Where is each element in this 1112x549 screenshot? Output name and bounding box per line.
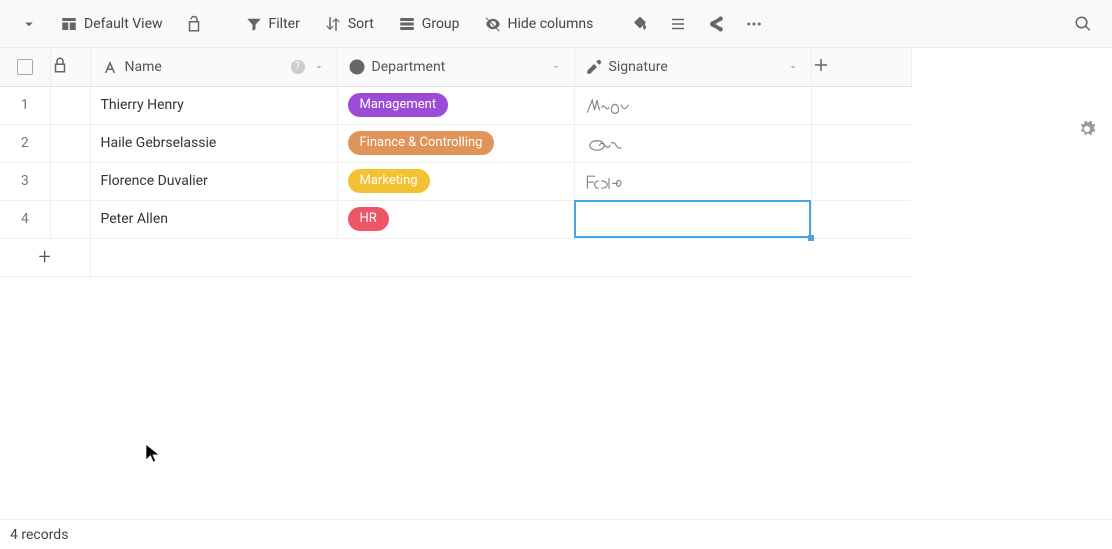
table-row[interactable]: 4 Peter Allen HR [0, 200, 911, 238]
filter-button[interactable]: Filter [235, 9, 310, 39]
row-number[interactable]: 4 [0, 200, 50, 238]
mouse-cursor [145, 443, 163, 469]
header-department[interactable]: Department [337, 48, 574, 86]
row-height-button[interactable] [661, 9, 695, 39]
cell-signature[interactable] [574, 162, 811, 200]
table-row[interactable]: 1 Thierry Henry Management [0, 86, 911, 124]
statusbar: 4 records [0, 519, 1112, 549]
row-lock-cell [50, 86, 90, 124]
cell-empty [811, 162, 911, 200]
add-row-button[interactable]: + [0, 238, 911, 276]
cell-empty [811, 124, 911, 162]
row-number[interactable]: 2 [0, 124, 50, 162]
lock-icon [51, 56, 69, 74]
paint-bucket-icon [631, 15, 649, 33]
view-lock-button[interactable] [177, 9, 211, 39]
filter-icon [245, 15, 263, 33]
row-lock-cell [50, 162, 90, 200]
filter-label: Filter [269, 16, 300, 32]
table-row[interactable]: 2 Haile Gebrselassie Finance & Controlling [0, 124, 911, 162]
help-icon: ? [291, 60, 305, 74]
row-lock-cell [50, 200, 90, 238]
view-switcher[interactable]: Default View [50, 9, 173, 39]
header-row: Name ? Department Signature [0, 48, 911, 86]
table-row[interactable]: 3 Florence Duvalier Marketing [0, 162, 911, 200]
gear-icon [1078, 120, 1096, 138]
signature-image [585, 169, 657, 193]
group-button[interactable]: Group [388, 9, 470, 39]
header-signature[interactable]: Signature [574, 48, 811, 86]
header-signature-label: Signature [609, 59, 779, 75]
cell-name[interactable]: Peter Allen [90, 200, 337, 238]
eye-off-icon [484, 15, 502, 33]
cell-empty [811, 86, 911, 124]
toolbar: Default View Filter Sort Group Hide colu… [0, 0, 1112, 48]
header-lock[interactable] [50, 48, 90, 86]
header-name-label: Name [125, 59, 285, 75]
row-number[interactable]: 1 [0, 86, 50, 124]
cell-name[interactable]: Florence Duvalier [90, 162, 337, 200]
cell-department[interactable]: Management [337, 86, 574, 124]
sort-button[interactable]: Sort [314, 9, 384, 39]
share-button[interactable] [699, 9, 733, 39]
department-pill: Finance & Controlling [348, 131, 495, 155]
checkbox-icon [17, 59, 33, 75]
table-icon [60, 15, 78, 33]
row-height-icon [669, 15, 687, 33]
share-icon [707, 15, 725, 33]
chevron-down-icon[interactable] [548, 59, 564, 75]
signature-image [585, 131, 657, 155]
hide-columns-label: Hide columns [508, 16, 594, 32]
chevron-down-icon[interactable] [311, 59, 327, 75]
cell-name[interactable]: Thierry Henry [90, 86, 337, 124]
cell-department[interactable]: Marketing [337, 162, 574, 200]
view-label: Default View [84, 16, 163, 32]
row-number[interactable]: 3 [0, 162, 50, 200]
cell-empty [811, 200, 911, 238]
signature-icon [585, 58, 603, 76]
unlock-icon [185, 15, 203, 33]
fill-color-button[interactable] [623, 9, 657, 39]
cell-signature[interactable] [574, 86, 811, 124]
sort-icon [324, 15, 342, 33]
row-lock-cell [50, 124, 90, 162]
view-menu-caret[interactable] [12, 9, 46, 39]
search-button[interactable] [1066, 9, 1100, 39]
cell-signature[interactable] [574, 124, 811, 162]
group-icon [398, 15, 416, 33]
cell-department[interactable]: HR [337, 200, 574, 238]
dots-icon [745, 15, 763, 33]
cell-department[interactable]: Finance & Controlling [337, 124, 574, 162]
grid: Name ? Department Signature [0, 48, 1112, 519]
hide-columns-button[interactable]: Hide columns [474, 9, 604, 39]
search-icon [1074, 15, 1092, 33]
caret-down-icon [20, 15, 38, 33]
department-pill: HR [348, 207, 389, 231]
tag-icon [348, 58, 366, 76]
header-name[interactable]: Name ? [90, 48, 337, 86]
chevron-down-icon[interactable] [785, 59, 801, 75]
plus-icon: + [39, 245, 51, 270]
record-count: 4 records [10, 527, 68, 543]
plus-icon [812, 56, 830, 74]
department-pill: Marketing [348, 169, 430, 193]
more-button[interactable] [737, 9, 771, 39]
table-settings-button[interactable] [1078, 120, 1096, 138]
group-label: Group [422, 16, 460, 32]
text-type-icon [101, 58, 119, 76]
header-department-label: Department [372, 59, 542, 75]
header-select-all[interactable] [0, 48, 50, 86]
cell-name[interactable]: Haile Gebrselassie [90, 124, 337, 162]
sort-label: Sort [348, 16, 374, 32]
add-column-button[interactable] [811, 48, 911, 86]
signature-image [585, 93, 657, 117]
cell-signature[interactable] [574, 200, 811, 238]
department-pill: Management [348, 93, 449, 117]
